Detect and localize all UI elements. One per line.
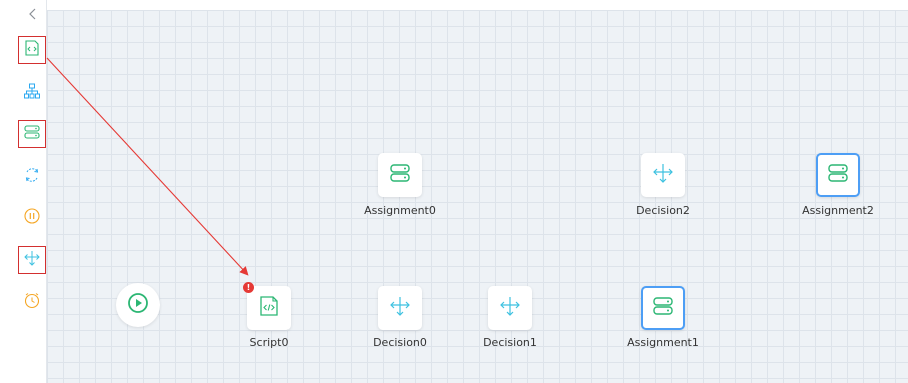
pause-icon	[23, 207, 41, 229]
structure-tool[interactable]	[18, 79, 46, 107]
split-arrows-icon	[23, 249, 41, 271]
decision-tool[interactable]	[18, 246, 46, 274]
node-label-assignment0: Assignment0	[364, 204, 436, 217]
chevron-left-icon[interactable]	[24, 6, 42, 22]
node-label-script0: Script0	[249, 336, 289, 349]
node-assignment1[interactable]	[641, 286, 685, 330]
hierarchy-icon	[23, 82, 41, 104]
storage-icon	[388, 161, 412, 189]
flow-canvas[interactable]: Assignment0 Decision2 Assignment2 ! Scri…	[47, 10, 908, 383]
start-node[interactable]	[116, 283, 160, 327]
node-label-decision1: Decision1	[483, 336, 537, 349]
node-label-decision2: Decision2	[636, 204, 690, 217]
node-script0[interactable]: !	[243, 282, 291, 330]
code-icon	[23, 39, 41, 61]
script-tool[interactable]	[18, 36, 46, 64]
node-label-assignment1: Assignment1	[627, 336, 699, 349]
loop-tool[interactable]	[18, 163, 46, 191]
assignment-tool[interactable]	[18, 120, 46, 148]
node-decision1[interactable]	[488, 286, 532, 330]
error-badge: !	[243, 282, 254, 293]
clock-icon	[23, 291, 41, 313]
split-arrows-icon	[388, 294, 412, 322]
code-icon	[257, 294, 281, 322]
storage-icon	[826, 161, 850, 189]
node-decision0[interactable]	[378, 286, 422, 330]
pause-tool[interactable]	[18, 204, 46, 232]
timer-tool[interactable]	[18, 288, 46, 316]
split-arrows-icon	[651, 161, 675, 189]
storage-icon	[23, 123, 41, 145]
sidebar-toolbox	[0, 0, 47, 383]
play-icon	[127, 292, 149, 318]
node-assignment0[interactable]	[378, 153, 422, 197]
split-arrows-icon	[498, 294, 522, 322]
node-label-decision0: Decision0	[373, 336, 427, 349]
node-label-assignment2: Assignment2	[802, 204, 874, 217]
node-assignment2[interactable]	[816, 153, 860, 197]
storage-icon	[651, 294, 675, 322]
node-decision2[interactable]	[641, 153, 685, 197]
refresh-icon	[23, 166, 41, 188]
